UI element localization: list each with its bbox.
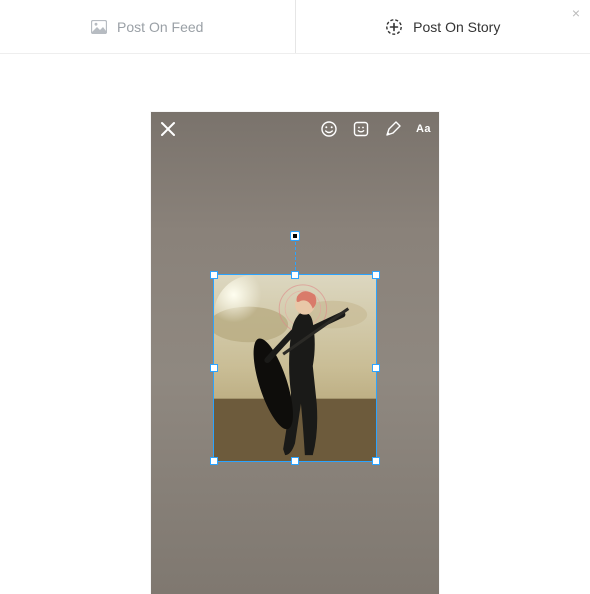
- tab-story-label: Post On Story: [413, 19, 500, 35]
- image-icon: [91, 20, 107, 34]
- add-circle-icon: [385, 18, 403, 36]
- resize-handle-tm[interactable]: [291, 271, 299, 279]
- resize-handle-br[interactable]: [372, 457, 380, 465]
- editor-stage: Aa: [0, 54, 590, 594]
- tab-post-on-story[interactable]: Post On Story: [296, 0, 590, 53]
- dialog-close-button[interactable]: ×: [572, 6, 580, 20]
- resize-handle-tl[interactable]: [210, 271, 218, 279]
- resize-handle-ml[interactable]: [210, 364, 218, 372]
- canvas-toolbar: Aa: [159, 120, 431, 138]
- selection-box[interactable]: [213, 274, 377, 462]
- story-canvas[interactable]: Aa: [151, 112, 439, 594]
- emoji-icon[interactable]: [320, 120, 338, 138]
- resize-handle-mr[interactable]: [372, 364, 380, 372]
- sticker-icon[interactable]: [352, 120, 370, 138]
- rotation-connector: [295, 237, 296, 275]
- rotation-handle[interactable]: [290, 231, 300, 241]
- tab-post-on-feed[interactable]: Post On Feed: [0, 0, 296, 53]
- draw-icon[interactable]: [384, 120, 402, 138]
- canvas-close-icon[interactable]: [159, 120, 177, 138]
- resize-handle-bl[interactable]: [210, 457, 218, 465]
- top-tabs: Post On Feed Post On Story ×: [0, 0, 590, 54]
- resize-handle-tr[interactable]: [372, 271, 380, 279]
- text-tool-button[interactable]: Aa: [416, 123, 431, 135]
- tab-feed-label: Post On Feed: [117, 19, 203, 35]
- resize-handle-bm[interactable]: [291, 457, 299, 465]
- selected-image[interactable]: [214, 275, 376, 461]
